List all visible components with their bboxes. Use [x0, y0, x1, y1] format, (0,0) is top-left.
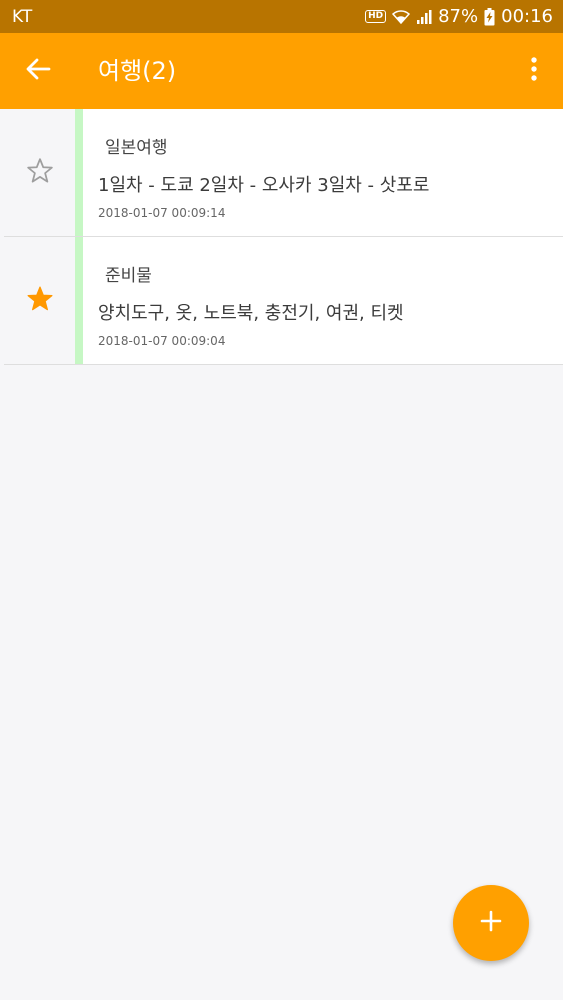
list-item[interactable]: 준비물 양치도구, 옷, 노트북, 충전기, 여권, 티켓 2018-01-07… — [4, 237, 563, 365]
note-date: 2018-01-07 00:09:14 — [98, 206, 226, 220]
favorite-toggle[interactable] — [4, 237, 75, 364]
back-button[interactable] — [18, 53, 58, 89]
note-date: 2018-01-07 00:09:04 — [98, 334, 226, 348]
carrier-label: KT — [12, 6, 33, 27]
list-item[interactable]: 일본여행 1일차 - 도쿄 2일차 - 오사카 3일차 - 삿포로 2018-0… — [4, 109, 563, 237]
note-title: 일본여행 — [105, 138, 168, 158]
note-preview: 양치도구, 옷, 노트북, 충전기, 여권, 티켓 — [98, 303, 404, 324]
battery-charging-icon — [484, 7, 495, 26]
note-title: 준비물 — [105, 266, 152, 286]
status-icons: HD 87% 00:16 — [365, 6, 553, 27]
more-vert-icon — [530, 56, 538, 86]
note-color-marker — [75, 109, 83, 236]
battery-percent: 87% — [438, 6, 479, 27]
star-filled-icon — [25, 284, 55, 318]
plus-icon — [479, 909, 503, 937]
clock: 00:16 — [501, 6, 553, 27]
note-list: 일본여행 1일차 - 도쿄 2일차 - 오사카 3일차 - 삿포로 2018-0… — [4, 109, 563, 365]
note-preview: 1일차 - 도쿄 2일차 - 오사카 3일차 - 삿포로 — [98, 175, 430, 196]
hd-icon: HD — [365, 10, 387, 23]
star-outline-icon — [25, 156, 55, 190]
status-bar: KT HD 87% 00:16 — [0, 0, 563, 33]
page-title: 여행(2) — [98, 57, 177, 85]
note-color-marker — [75, 237, 83, 364]
app-bar: 여행(2) — [0, 33, 563, 109]
arrow-back-icon — [25, 57, 51, 85]
more-options-button[interactable] — [519, 53, 549, 89]
signal-icon — [416, 9, 432, 25]
add-note-button[interactable] — [453, 885, 529, 961]
wifi-icon — [392, 9, 411, 25]
favorite-toggle[interactable] — [4, 109, 75, 236]
